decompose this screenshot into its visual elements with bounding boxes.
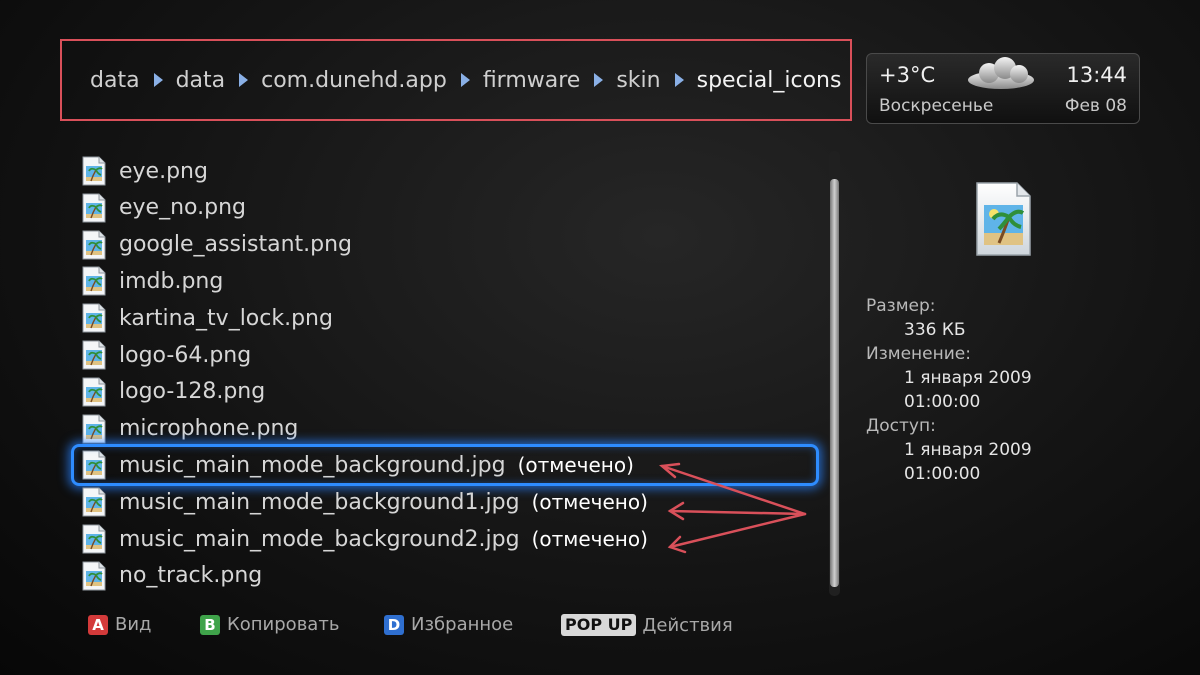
modified-date: 1 января 2009 [904, 368, 1032, 388]
clock-date: Фев 08 [1064, 96, 1127, 116]
file-row[interactable]: eye.png [80, 153, 820, 189]
file-name: logo-128.png [119, 379, 266, 405]
access-label: Доступ: [866, 416, 936, 436]
file-row[interactable]: music_main_mode_background2.jpg (отмечено… [80, 521, 820, 557]
image-file-icon [82, 377, 106, 407]
cloud-icon [968, 57, 1034, 89]
temperature: +3°C [879, 63, 936, 87]
image-file-icon [82, 340, 106, 370]
image-file-icon [82, 193, 106, 223]
file-row[interactable]: no_track.png [80, 558, 820, 594]
size-label: Размер: [866, 296, 936, 316]
file-row-selected[interactable]: music_main_mode_background.jpg (отмечено) [71, 444, 820, 487]
file-name: google_assistant.png [119, 232, 353, 258]
chevron-right-icon [153, 73, 163, 87]
modified-label: Изменение: [866, 344, 971, 364]
breadcrumb-item[interactable]: data [176, 68, 226, 93]
marked-label: (отмечено) [531, 527, 648, 551]
file-row[interactable]: eye_no.png [80, 190, 820, 226]
breadcrumb: data data com.dunehd.app firmware skin s… [60, 39, 852, 121]
file-row[interactable]: kartina_tv_lock.png [80, 300, 820, 336]
image-file-icon [82, 156, 106, 186]
file-info-panel: Размер: 336 КБ Изменение: 1 января 2009 … [866, 294, 1032, 486]
image-file-icon [82, 524, 106, 554]
image-file-icon [82, 414, 106, 444]
image-file-icon [82, 303, 106, 333]
file-row[interactable]: microphone.png [80, 411, 820, 447]
breadcrumb-item[interactable]: skin [616, 68, 660, 93]
green-b-key-icon: B [200, 614, 220, 635]
chevron-right-icon [674, 73, 684, 87]
hint-actions: POP UP Действия [561, 614, 733, 636]
hint-favorites: D Избранное [384, 614, 513, 635]
file-name: logo-64.png [119, 342, 252, 368]
file-row[interactable]: google_assistant.png [80, 227, 820, 263]
hint-copy: B Копировать [200, 614, 339, 635]
breadcrumb-current: special_icons [696, 67, 842, 93]
access-date: 1 января 2009 [904, 440, 1032, 460]
scrollbar-thumb[interactable] [830, 179, 839, 587]
size-value: 336 КБ [904, 320, 966, 340]
hint-favorites-label: Избранное [411, 614, 514, 635]
file-name: no_track.png [119, 563, 263, 589]
image-file-icon [82, 230, 106, 260]
breadcrumb-item[interactable]: firmware [483, 68, 581, 93]
selection-highlight [71, 444, 819, 487]
red-a-key-icon: A [88, 614, 108, 635]
image-file-preview-icon [976, 182, 1031, 256]
file-row[interactable]: logo-128.png [80, 374, 820, 410]
modified-time: 01:00:00 [904, 392, 981, 412]
weather-widget: +3°C Воскресенье 13:44 Фев 08 [866, 53, 1140, 124]
chevron-right-icon [239, 73, 249, 87]
file-name: eye.png [119, 158, 208, 184]
hint-view-label: Вид [115, 614, 152, 635]
file-list: eye.png eye_no.png google_assistant.pngimd… [71, 153, 820, 598]
chevron-right-icon [594, 73, 604, 87]
file-row[interactable]: imdb.png [80, 263, 820, 299]
marked-label: (отмечено) [531, 490, 648, 515]
scrollbar[interactable] [829, 151, 840, 596]
file-name: music_main_mode_background1.jpg [119, 489, 520, 515]
hint-view: A Вид [88, 614, 152, 635]
file-name: music_main_mode_background2.jpg [119, 526, 520, 552]
breadcrumb-item[interactable]: data [90, 68, 140, 93]
file-name: kartina_tv_lock.png [119, 305, 333, 331]
file-name: eye_no.png [119, 195, 246, 221]
hint-copy-label: Копировать [227, 614, 340, 635]
access-time: 01:00:00 [904, 464, 981, 484]
weekday: Воскресенье [879, 96, 994, 116]
blue-d-key-icon: D [384, 614, 404, 635]
file-name: microphone.png [119, 416, 299, 442]
image-file-icon [82, 266, 106, 296]
popup-key-icon: POP UP [561, 614, 637, 636]
file-name: imdb.png [119, 268, 224, 294]
file-row[interactable]: music_main_mode_background1.jpg (отмечено… [80, 484, 820, 520]
file-row[interactable]: logo-64.png [80, 337, 820, 373]
hint-actions-label: Действия [642, 614, 733, 636]
image-file-icon [82, 561, 106, 591]
clock-time: 13:44 [1066, 63, 1127, 87]
chevron-right-icon [460, 73, 470, 87]
breadcrumb-item[interactable]: com.dunehd.app [261, 68, 447, 93]
image-file-icon [82, 487, 106, 517]
